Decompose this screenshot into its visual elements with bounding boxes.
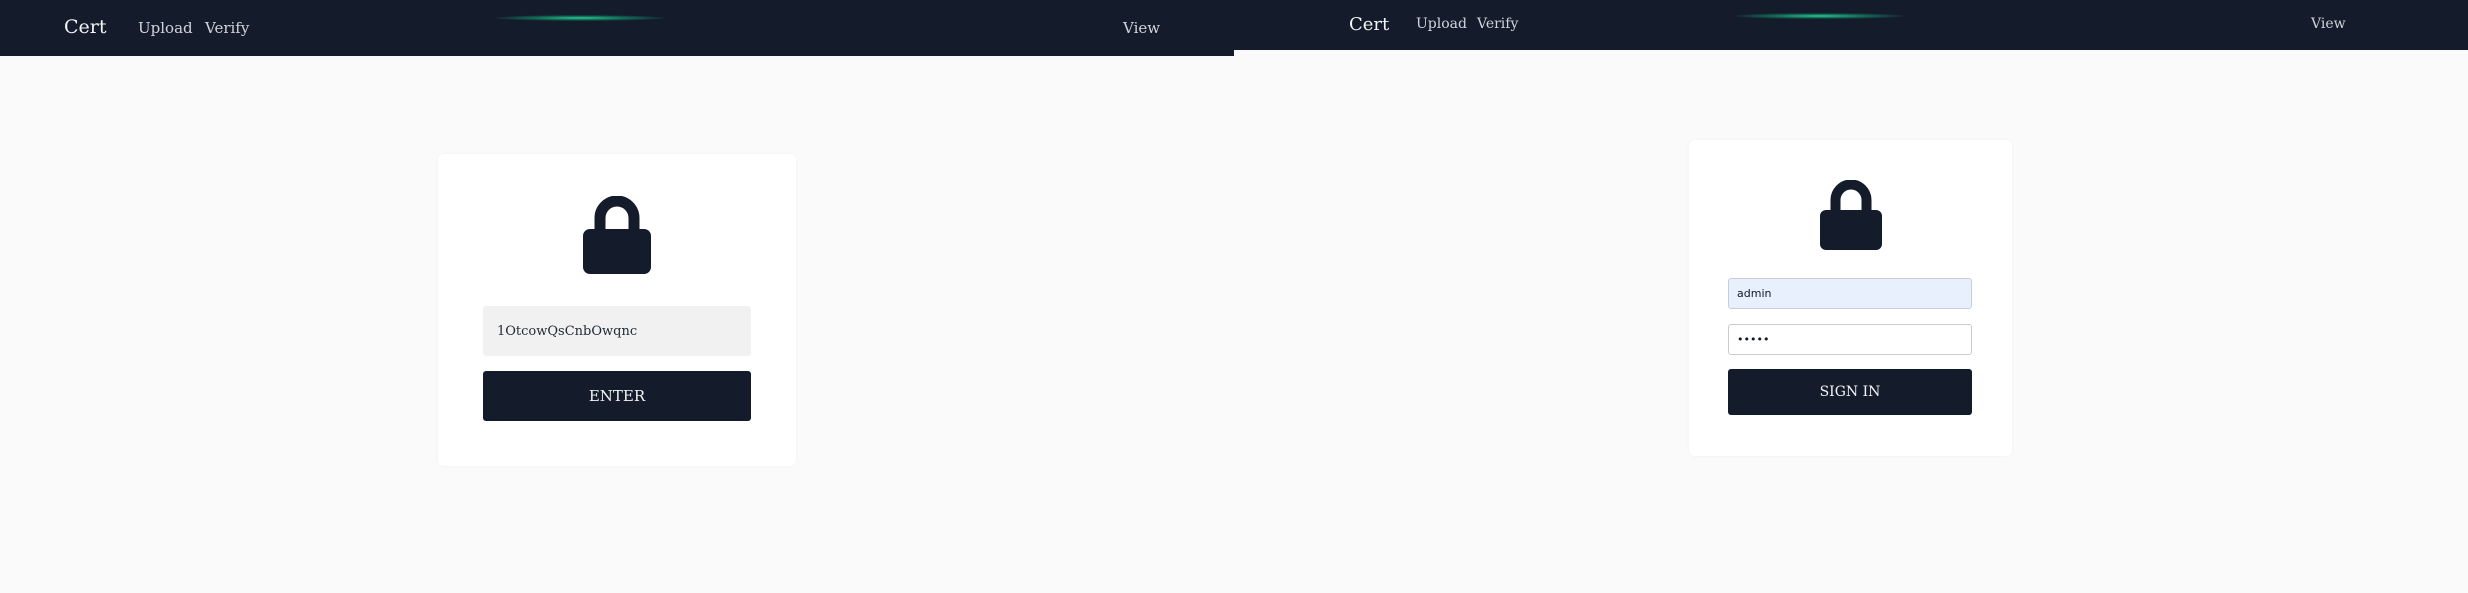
brand-logo[interactable]: Cert bbox=[1349, 14, 1389, 35]
username-field[interactable] bbox=[1728, 278, 1972, 309]
glow-decoration bbox=[1734, 13, 1904, 19]
nav-link-upload[interactable]: Upload bbox=[1416, 16, 1467, 32]
brand-logo[interactable]: Cert bbox=[64, 16, 107, 38]
nav-link-verify[interactable]: Verify bbox=[205, 19, 249, 37]
login-card: SIGN IN bbox=[1689, 140, 2012, 456]
glow-decoration bbox=[495, 15, 665, 21]
access-code-input[interactable] bbox=[483, 306, 751, 356]
nav-link-upload[interactable]: Upload bbox=[138, 19, 193, 37]
nav-link-view[interactable]: View bbox=[2311, 16, 2346, 32]
access-code-card: ENTER bbox=[438, 154, 796, 466]
nav-link-verify[interactable]: Verify bbox=[1477, 16, 1518, 32]
enter-button[interactable]: ENTER bbox=[483, 371, 751, 421]
password-field[interactable] bbox=[1728, 324, 1972, 355]
lock-icon bbox=[583, 196, 651, 274]
left-screen: Cert Upload Verify View ENTER bbox=[0, 0, 1234, 593]
lock-icon bbox=[1820, 180, 1882, 250]
nav-link-view[interactable]: View bbox=[1123, 19, 1160, 37]
sign-in-button[interactable]: SIGN IN bbox=[1728, 369, 1972, 415]
navbar: Cert Upload Verify View bbox=[1234, 0, 2468, 50]
navbar: Cert Upload Verify View bbox=[0, 0, 1234, 56]
right-screen: Cert Upload Verify View SIGN IN bbox=[1234, 0, 2468, 593]
